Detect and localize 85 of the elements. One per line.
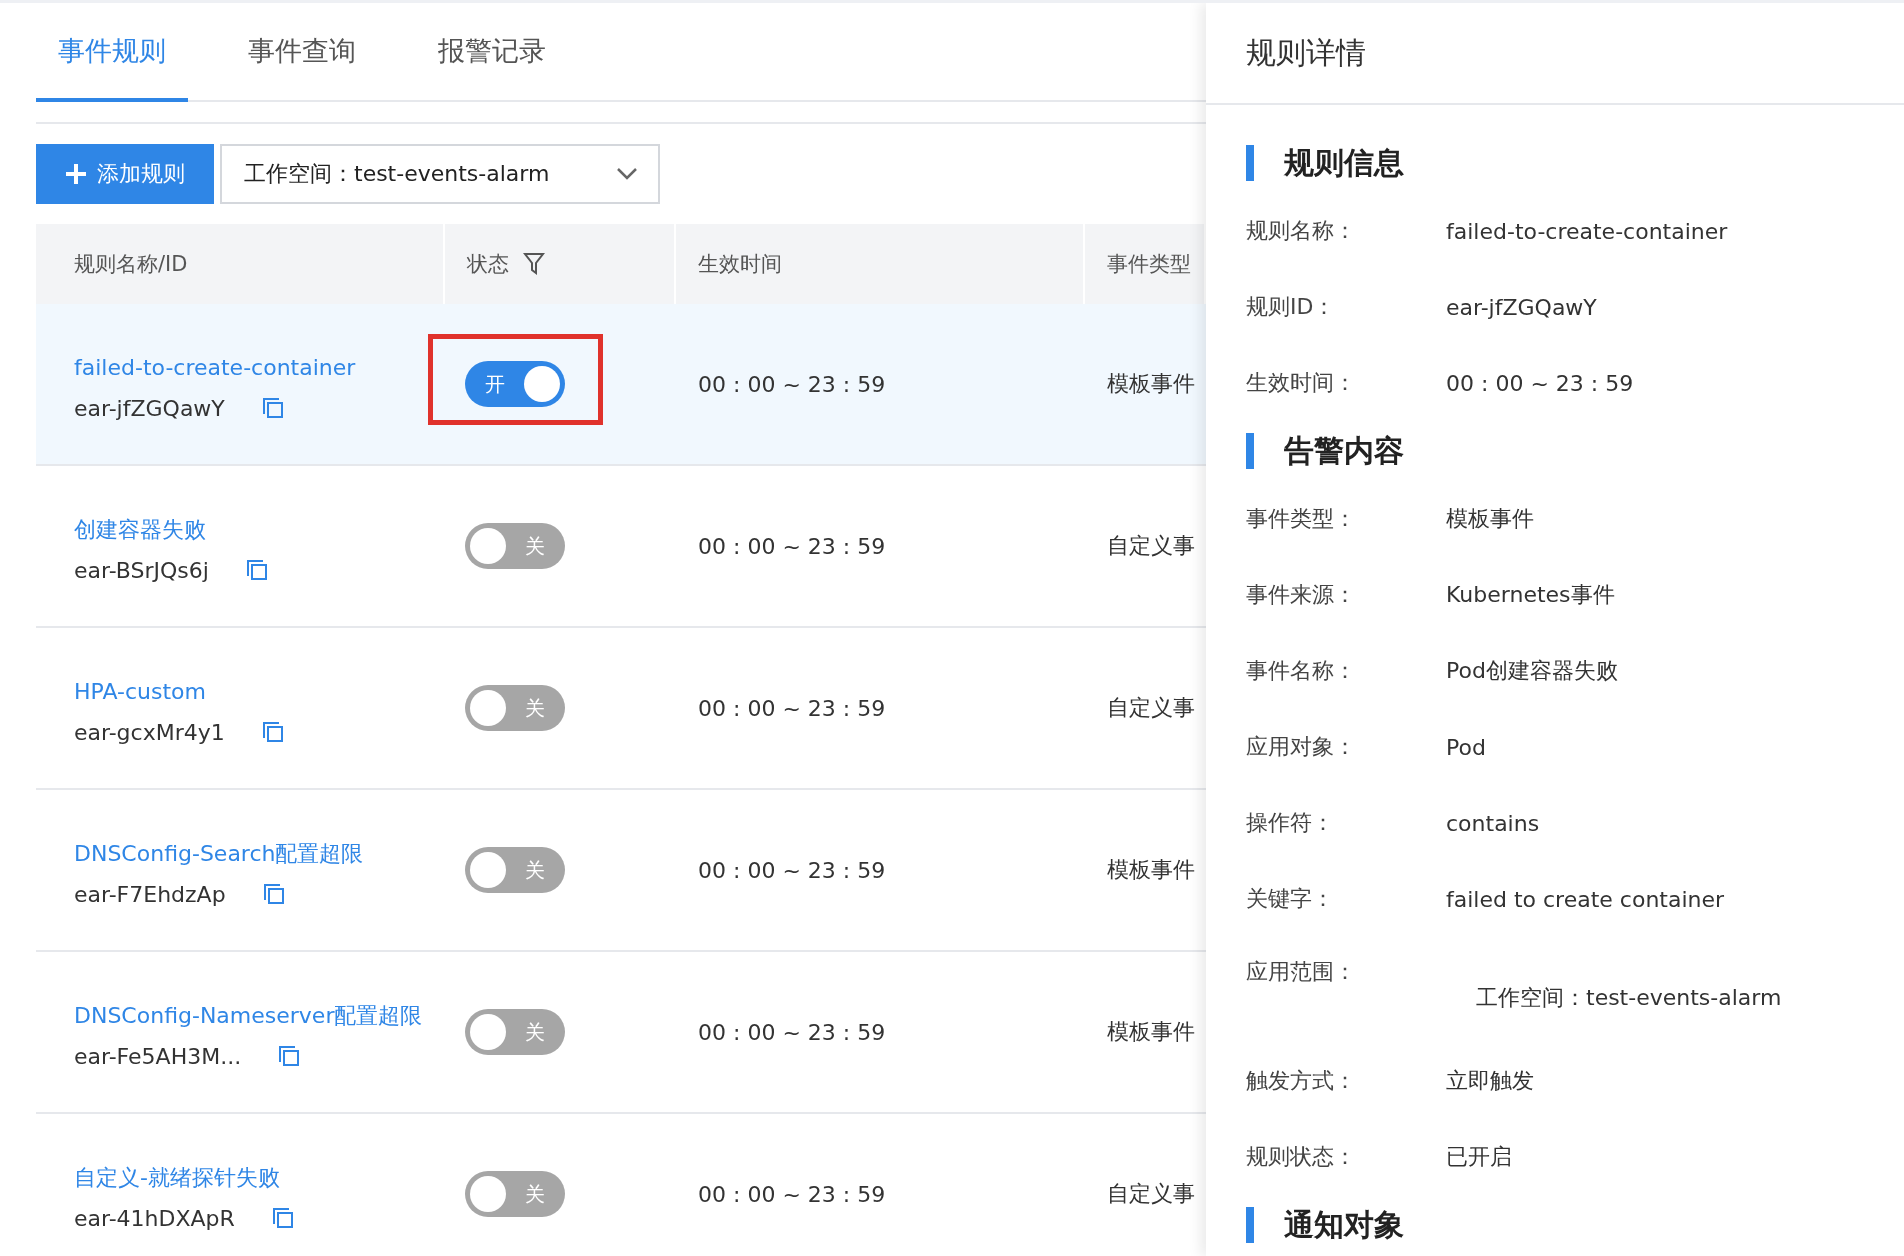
section-title: 通知对象 (1284, 1205, 1404, 1244)
rule-name-link[interactable]: failed-to-create-container (74, 347, 434, 388)
panel-title: 规则详情 (1246, 33, 1366, 72)
add-rule-button[interactable]: 添加规则 (36, 144, 214, 204)
field-value: 模板事件 (1446, 505, 1535, 533)
event-type: 自定义事 (1107, 532, 1195, 560)
toggle-switch[interactable]: 关 (465, 685, 565, 731)
effective-time: 00 : 00 ~ 23 : 59 (698, 1181, 886, 1207)
workspace-select[interactable]: 工作空间：test-events-alarm (220, 144, 660, 204)
field-label: 事件类型： (1246, 505, 1357, 533)
rule-id: ear-F7EhdzAp (74, 881, 226, 907)
field-label: 规则名称： (1246, 217, 1357, 245)
field-value: 立即触发 (1446, 1067, 1535, 1095)
plus-icon (65, 163, 87, 185)
rule-id: ear-jfZGQawY (74, 395, 225, 421)
toggle-switch[interactable]: 关 (465, 523, 565, 569)
field-label: 事件来源： (1246, 581, 1357, 609)
rule-name-link[interactable]: 创建容器失败 (74, 509, 434, 550)
field-label: 关键字： (1246, 885, 1335, 913)
rule-id: ear-BSrJQs6j (74, 557, 209, 583)
chevron-down-icon (616, 167, 638, 181)
field-label: 应用对象： (1246, 733, 1357, 761)
table-row[interactable]: failed-to-create-container ear-jfZGQawY 开 00 : 00 ~ 23 : 59 模板事件 (36, 304, 1206, 466)
table-row[interactable]: DNSConfig-Nameserver配置超限 ear-Fe5AH3M... 关 00 : 00 ~ 23 : 59 模板事件 (36, 952, 1206, 1114)
filter-icon[interactable] (523, 252, 545, 276)
toggle-switch[interactable]: 关 (465, 1171, 565, 1217)
table-row[interactable]: HPA-custom ear-gcxMr4y1 关 00 : 00 ~ 23 : 59 自定义事 (36, 628, 1206, 790)
rule-name-link[interactable]: 自定义-就绪探针失败 (74, 1157, 434, 1198)
field-label: 触发方式： (1246, 1067, 1357, 1095)
effective-time: 00 : 00 ~ 23 : 59 (698, 857, 886, 883)
effective-time: 00 : 00 ~ 23 : 59 (698, 695, 886, 721)
tab[interactable]: 事件查询 (226, 3, 378, 102)
table-row[interactable]: 创建容器失败 ear-BSrJQs6j 关 00 : 00 ~ 23 : 59 自定义事 (36, 466, 1206, 628)
toggle-switch[interactable]: 关 (465, 847, 565, 893)
copy-icon[interactable] (260, 720, 285, 744)
event-type: 自定义事 (1107, 1180, 1195, 1208)
rule-name-link[interactable]: DNSConfig-Search配置超限 (74, 833, 434, 874)
rule-id: ear-gcxMr4y1 (74, 719, 225, 745)
section-marker (1246, 1207, 1254, 1243)
table-row[interactable]: DNSConfig-Search配置超限 ear-F7EhdzAp 关 00 : 00 ~ 23 : 59 模板事件 (36, 790, 1206, 952)
tab[interactable]: 报警记录 (416, 3, 568, 102)
section-title: 告警内容 (1284, 431, 1404, 470)
rule-id: ear-41hDXApR (74, 1205, 235, 1231)
field-label: 应用范围： (1246, 958, 1357, 986)
field-value: ear-jfZGQawY (1446, 294, 1598, 320)
field-value: 00 : 00 ~ 23 : 59 (1446, 370, 1635, 396)
section-marker (1246, 145, 1254, 181)
field-label: 事件名称： (1246, 657, 1357, 685)
effective-time: 00 : 00 ~ 23 : 59 (698, 1019, 886, 1045)
rule-id: ear-Fe5AH3M... (74, 1043, 242, 1069)
tab[interactable]: 事件规则 (36, 3, 188, 102)
copy-icon[interactable] (244, 558, 269, 582)
toggle-switch[interactable]: 开 (465, 361, 565, 407)
field-value: failed-to-create-container (1446, 218, 1729, 244)
field-value: Pod创建容器失败 (1446, 657, 1619, 685)
field-value: 工作空间：test-events-alarm (1475, 984, 1783, 1012)
field-value: Kubernetes事件 (1446, 581, 1616, 609)
column-header: 状态 (467, 251, 509, 278)
event-type: 自定义事 (1107, 694, 1195, 722)
rule-name-link[interactable]: DNSConfig-Nameserver配置超限 (74, 995, 434, 1036)
field-value: 已开启 (1446, 1143, 1513, 1171)
copy-icon[interactable] (270, 1206, 295, 1230)
copy-icon[interactable] (260, 396, 285, 420)
event-type: 模板事件 (1107, 856, 1195, 884)
table-row[interactable]: 自定义-就绪探针失败 ear-41hDXApR 关 00 : 00 ~ 23 : 59 自定义事 (36, 1114, 1206, 1256)
section-marker (1246, 433, 1254, 469)
rule-name-link[interactable]: HPA-custom (74, 671, 434, 712)
event-type: 模板事件 (1107, 370, 1195, 398)
field-value: Pod (1446, 734, 1487, 760)
column-header: 规则名称/ID (74, 251, 188, 278)
toggle-switch[interactable]: 关 (465, 1009, 565, 1055)
copy-icon[interactable] (277, 1044, 302, 1068)
copy-icon[interactable] (261, 882, 286, 906)
effective-time: 00 : 00 ~ 23 : 59 (698, 533, 886, 559)
section-title: 规则信息 (1284, 143, 1404, 182)
field-label: 规则ID： (1246, 293, 1337, 321)
effective-time: 00 : 00 ~ 23 : 59 (698, 371, 886, 397)
field-label: 规则状态： (1246, 1143, 1357, 1171)
column-header: 生效时间 (698, 251, 782, 278)
event-type: 模板事件 (1107, 1018, 1195, 1046)
field-label: 操作符： (1246, 809, 1335, 837)
column-header: 事件类型 (1107, 251, 1191, 278)
field-value: contains (1446, 810, 1541, 836)
field-label: 生效时间： (1246, 369, 1357, 397)
field-value: failed to create container (1446, 886, 1726, 912)
